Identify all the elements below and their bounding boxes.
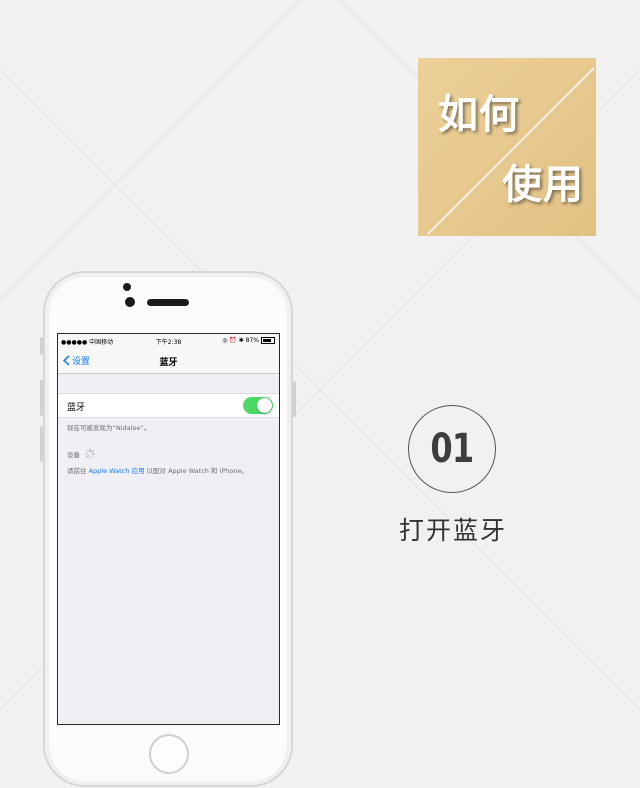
hint-prefix: 请前往 [67, 467, 89, 475]
devices-label: 设备 [67, 451, 80, 459]
loading-spinner-icon [85, 449, 95, 459]
pairing-hint: 请前往 Apple Watch 应用 以配对 Apple Watch 和 iPh… [67, 466, 267, 477]
battery-icon [261, 337, 275, 344]
badge-title-line-1: 如何 [438, 92, 520, 138]
bluetooth-toggle[interactable] [243, 397, 273, 414]
proximity-sensor [123, 283, 131, 291]
volume-up-button [40, 380, 43, 416]
step-number-circle: 01 [408, 405, 496, 493]
navigation-bar: 设置 蓝牙 [58, 349, 279, 374]
status-bar: ●●●●● 中国移动 下午2:38 ◎ ⏰ ✱ 87% [58, 334, 279, 349]
status-right: ◎ ⏰ ✱ 87% [222, 337, 275, 344]
step-number: 01 [430, 426, 475, 472]
discoverable-text: 现在可被发现为“Nidalee”。 [67, 424, 151, 432]
hint-suffix: 以配对 Apple Watch 和 iPhone。 [144, 467, 248, 475]
status-icons: ◎ ⏰ ✱ [222, 337, 246, 344]
phone-screen: ●●●●● 中国移动 下午2:38 ◎ ⏰ ✱ 87% 设置 蓝牙 蓝牙 现在可… [57, 333, 280, 725]
home-button[interactable] [149, 734, 189, 774]
mute-switch [40, 337, 43, 355]
apple-watch-app-link[interactable]: Apple Watch 应用 [89, 467, 145, 475]
volume-down-button [40, 426, 43, 462]
how-to-use-badge: 如何 使用 [418, 58, 596, 236]
power-button [293, 381, 296, 417]
toggle-knob [257, 398, 272, 413]
battery-percent: 87% [245, 337, 259, 344]
badge-title-line-2: 使用 [502, 162, 584, 208]
earpiece-speaker [147, 299, 189, 306]
bluetooth-label: 蓝牙 [67, 403, 86, 413]
front-camera [125, 297, 135, 307]
bluetooth-row: 蓝牙 [58, 393, 279, 418]
devices-header: 设备 [67, 449, 95, 459]
nav-title: 蓝牙 [159, 358, 178, 368]
step-label: 打开蓝牙 [398, 516, 507, 545]
